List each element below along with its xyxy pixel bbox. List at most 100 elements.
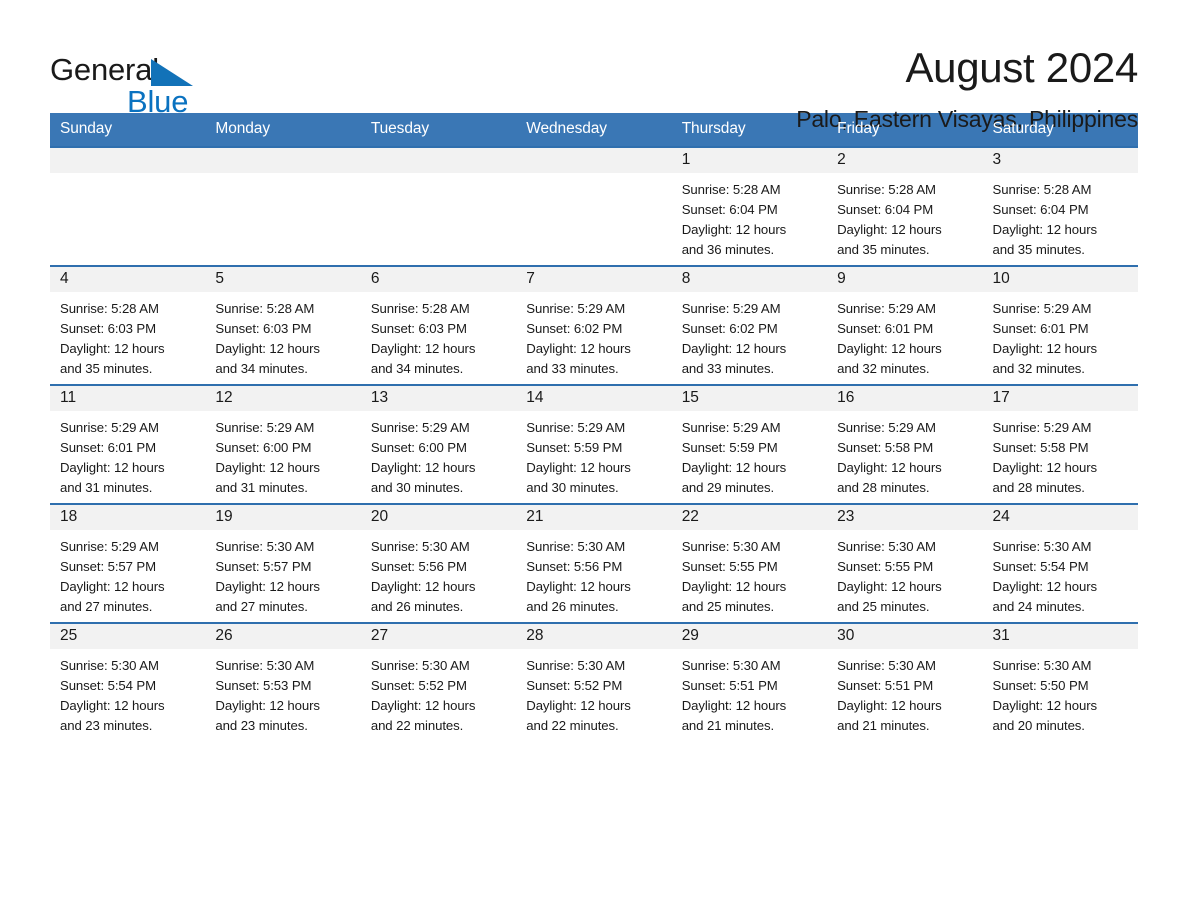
day-number: 12: [205, 386, 361, 412]
day-sun-info: Sunrise: 5:29 AM Sunset: 6:02 PM Daylight:…: [516, 292, 671, 379]
sunrise-text: Sunrise: 5:29 AM: [215, 420, 315, 436]
calendar-day-cell[interactable]: 11 Sunrise: 5:29 AM Sunset: 6:01 PM Dayligh…: [50, 384, 206, 504]
sunrise-text: Sunrise: 5:30 AM: [215, 658, 315, 674]
sunset-text: Sunset: 5:58 PM: [992, 440, 1089, 456]
daylight-text-line2: and 35 minutes.: [992, 242, 1085, 258]
calendar-day-cell[interactable]: 25 Sunrise: 5:30 AM Sunset: 5:54 PM Dayligh…: [50, 622, 206, 741]
calendar-day-cell[interactable]: 31 Sunrise: 5:30 AM Sunset: 5:50 PM Dayligh…: [982, 622, 1138, 741]
daylight-text-line2: and 22 minutes.: [526, 718, 619, 734]
calendar-day-cell[interactable]: 22 Sunrise: 5:30 AM Sunset: 5:55 PM Dayligh…: [671, 503, 828, 623]
calendar-day-cell[interactable]: 9 Sunrise: 5:29 AM Sunset: 6:01 PM Daylight…: [827, 265, 983, 385]
daylight-text-line1: Daylight: 12 hours: [370, 341, 476, 357]
sunset-text: Sunset: 5:54 PM: [992, 559, 1089, 575]
sunset-text: Sunset: 5:57 PM: [60, 559, 156, 575]
calendar-day-cell[interactable]: 30 Sunrise: 5:30 AM Sunset: 5:51 PM Dayligh…: [827, 622, 983, 741]
sunrise-text: Sunrise: 5:30 AM: [837, 539, 936, 555]
calendar-day-cell[interactable]: 17 Sunrise: 5:29 AM Sunset: 5:58 PM Dayligh…: [982, 384, 1138, 504]
general-blue-logo[interactable]: General Blue: [50, 44, 200, 117]
daylight-text-line2: and 27 minutes.: [60, 599, 153, 615]
calendar-day-cell[interactable]: 27 Sunrise: 5:30 AM Sunset: 5:52 PM Dayligh…: [360, 622, 517, 741]
calendar-day-cell[interactable]: 2 Sunrise: 5:28 AM Sunset: 6:04 PM Daylight…: [827, 146, 983, 266]
day-number: 13: [360, 386, 517, 412]
calendar-day-cell[interactable]: 24 Sunrise: 5:30 AM Sunset: 5:54 PM Dayligh…: [982, 503, 1138, 623]
daylight-text-line2: and 26 minutes.: [526, 599, 619, 615]
day-sun-info: Sunrise: 5:30 AM Sunset: 5:55 PM Daylight:…: [827, 530, 982, 617]
daylight-text-line2: and 23 minutes.: [60, 718, 153, 734]
day-sun-info: Sunrise: 5:30 AM Sunset: 5:51 PM Daylight:…: [827, 649, 982, 736]
day-sun-info: Sunrise: 5:28 AM Sunset: 6:03 PM Daylight:…: [50, 292, 205, 379]
daylight-text-line1: Daylight: 12 hours: [526, 579, 631, 595]
day-number: 25: [50, 624, 206, 650]
day-number: 17: [982, 386, 1138, 412]
sunrise-text: Sunrise: 5:29 AM: [992, 301, 1092, 317]
calendar-week-row: 18 Sunrise: 5:29 AM Sunset: 5:57 PM Dayligh…: [50, 503, 1138, 623]
calendar-day-cell[interactable]: 26 Sunrise: 5:30 AM Sunset: 5:53 PM Dayligh…: [205, 622, 361, 741]
sunset-text: Sunset: 5:51 PM: [681, 678, 778, 694]
calendar-day-cell[interactable]: 15 Sunrise: 5:29 AM Sunset: 5:59 PM Dayligh…: [671, 384, 828, 504]
daylight-text-line1: Daylight: 12 hours: [60, 579, 165, 595]
logo-triangle-icon: [151, 59, 193, 86]
daylight-text-line2: and 35 minutes.: [837, 242, 930, 258]
calendar-day-cell[interactable]: 21 Sunrise: 5:30 AM Sunset: 5:56 PM Dayligh…: [516, 503, 672, 623]
sunset-text: Sunset: 6:01 PM: [992, 321, 1089, 337]
day-number: 23: [827, 505, 983, 531]
calendar-day-cell[interactable]: 18 Sunrise: 5:29 AM Sunset: 5:57 PM Dayligh…: [50, 503, 206, 623]
day-sun-info: Sunrise: 5:30 AM Sunset: 5:50 PM Daylight:…: [983, 649, 1138, 736]
calendar-day-cell[interactable]: 29 Sunrise: 5:30 AM Sunset: 5:51 PM Dayligh…: [671, 622, 828, 741]
daylight-text-line1: Daylight: 12 hours: [215, 460, 320, 476]
sunrise-text: Sunrise: 5:30 AM: [992, 539, 1092, 555]
calendar-day-cell[interactable]: 5 Sunrise: 5:28 AM Sunset: 6:03 PM Daylight…: [205, 265, 361, 385]
calendar-day-cell[interactable]: 3 Sunrise: 5:28 AM Sunset: 6:04 PM Daylight…: [982, 146, 1138, 266]
calendar-day-cell[interactable]: 14 Sunrise: 5:29 AM Sunset: 5:59 PM Dayligh…: [516, 384, 672, 504]
day-number: 1: [671, 148, 828, 174]
daylight-text-line1: Daylight: 12 hours: [681, 579, 787, 595]
sunset-text: Sunset: 6:03 PM: [370, 321, 467, 337]
calendar-day-cell[interactable]: 8 Sunrise: 5:29 AM Sunset: 6:02 PM Daylight…: [671, 265, 828, 385]
calendar-day-cell[interactable]: 20 Sunrise: 5:30 AM Sunset: 5:56 PM Dayligh…: [360, 503, 517, 623]
calendar-body: 1 Sunrise: 5:28 AM Sunset: 6:04 PM Daylight…: [50, 146, 1138, 741]
calendar-day-cell[interactable]: 13 Sunrise: 5:29 AM Sunset: 6:00 PM Dayligh…: [360, 384, 517, 504]
sunset-text: Sunset: 5:52 PM: [370, 678, 467, 694]
calendar-day-cell[interactable]: 6 Sunrise: 5:28 AM Sunset: 6:03 PM Daylight…: [360, 265, 517, 385]
daylight-text-line1: Daylight: 12 hours: [681, 341, 787, 357]
daylight-text-line2: and 33 minutes.: [681, 361, 775, 377]
day-sun-info: Sunrise: 5:29 AM Sunset: 5:58 PM Daylight:…: [827, 411, 982, 498]
daylight-text-line2: and 33 minutes.: [526, 361, 619, 377]
sunset-text: Sunset: 5:57 PM: [215, 559, 312, 575]
daylight-text-line2: and 30 minutes.: [526, 480, 619, 496]
daylight-text-line1: Daylight: 12 hours: [370, 698, 476, 714]
calendar-day-cell[interactable]: 19 Sunrise: 5:30 AM Sunset: 5:57 PM Dayligh…: [205, 503, 361, 623]
daylight-text-line1: Daylight: 12 hours: [526, 341, 631, 357]
calendar-day-cell[interactable]: 7 Sunrise: 5:29 AM Sunset: 6:02 PM Daylight…: [516, 265, 672, 385]
calendar-week-row: 4 Sunrise: 5:28 AM Sunset: 6:03 PM Daylight…: [50, 265, 1138, 385]
daylight-text-line2: and 27 minutes.: [215, 599, 308, 615]
calendar-day-cell[interactable]: 28 Sunrise: 5:30 AM Sunset: 5:52 PM Dayligh…: [516, 622, 672, 741]
day-sun-info: Sunrise: 5:29 AM Sunset: 5:59 PM Daylight:…: [516, 411, 671, 498]
calendar-day-cell[interactable]: 23 Sunrise: 5:30 AM Sunset: 5:55 PM Dayligh…: [827, 503, 983, 623]
daylight-text-line2: and 30 minutes.: [370, 480, 464, 496]
calendar-day-cell[interactable]: 12 Sunrise: 5:29 AM Sunset: 6:00 PM Dayligh…: [205, 384, 361, 504]
sunrise-text: Sunrise: 5:28 AM: [681, 182, 781, 198]
daylight-text-line2: and 31 minutes.: [60, 480, 153, 496]
calendar-day-cell[interactable]: 4 Sunrise: 5:28 AM Sunset: 6:03 PM Daylight…: [50, 265, 206, 385]
calendar-day-cell[interactable]: 10 Sunrise: 5:29 AM Sunset: 6:01 PM Dayligh…: [982, 265, 1138, 385]
sunset-text: Sunset: 6:01 PM: [60, 440, 156, 456]
daylight-text-line1: Daylight: 12 hours: [837, 460, 942, 476]
calendar-day-cell[interactable]: 1 Sunrise: 5:28 AM Sunset: 6:04 PM Daylight…: [671, 146, 828, 266]
sunrise-text: Sunrise: 5:30 AM: [681, 539, 781, 555]
day-number: 18: [50, 505, 206, 531]
calendar-day-cell[interactable]: 16 Sunrise: 5:29 AM Sunset: 5:58 PM Dayligh…: [827, 384, 983, 504]
sunrise-text: Sunrise: 5:29 AM: [60, 539, 159, 555]
day-number: 21: [516, 505, 672, 531]
day-number: 7: [516, 267, 672, 293]
sunrise-text: Sunrise: 5:30 AM: [526, 658, 626, 674]
day-number: 30: [827, 624, 983, 650]
day-sun-info: Sunrise: 5:29 AM Sunset: 6:01 PM Daylight:…: [827, 292, 982, 379]
sunrise-text: Sunrise: 5:29 AM: [681, 301, 781, 317]
day-sun-info: Sunrise: 5:30 AM Sunset: 5:53 PM Daylight:…: [205, 649, 360, 736]
sunset-text: Sunset: 6:03 PM: [215, 321, 312, 337]
sunset-text: Sunset: 6:00 PM: [370, 440, 467, 456]
day-number: 9: [827, 267, 983, 293]
sunset-text: Sunset: 6:02 PM: [681, 321, 778, 337]
day-sun-info: Sunrise: 5:29 AM Sunset: 6:01 PM Daylight:…: [983, 292, 1138, 379]
